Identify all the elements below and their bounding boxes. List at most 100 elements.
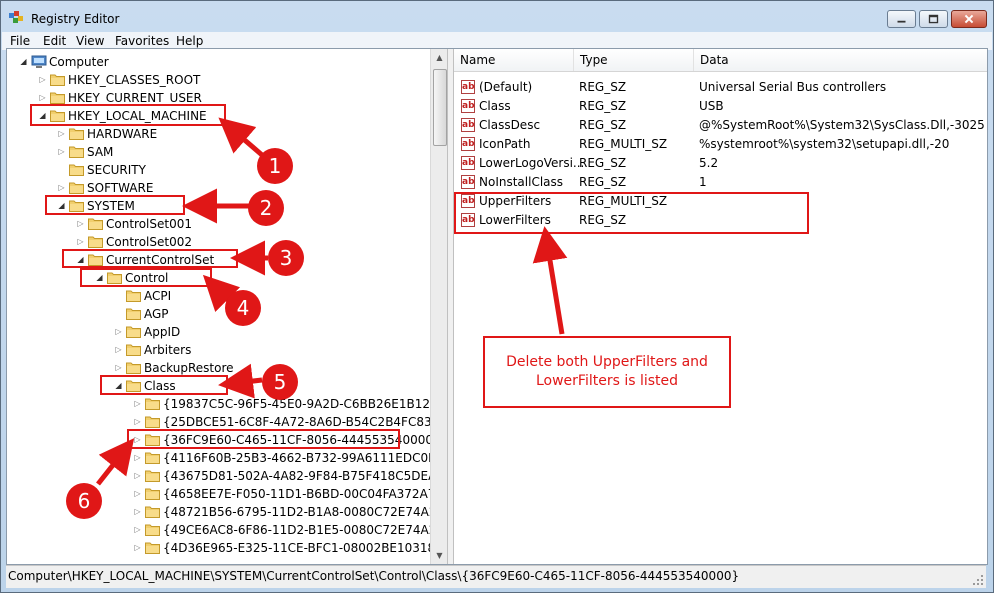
editor-client-area: ◢ Computer ▷ HKEY_CLASSES_ROOT ▷ HKEY_CURRENT…: [6, 48, 988, 565]
tree-node-label: {43675D81-502A-4A82-9F84-B75F418C5DEA}: [163, 469, 444, 483]
value-row[interactable]: ab LowerLogoVersi... REG_SZ 5.2: [454, 154, 987, 173]
value-row[interactable]: ab Class REG_SZ USB: [454, 97, 987, 116]
collapse-arrow-icon[interactable]: ◢: [38, 107, 47, 125]
tree-node-label: HKEY_CLASSES_ROOT: [68, 73, 201, 87]
value-name: (Default): [479, 80, 533, 94]
folder-icon: [145, 487, 160, 500]
registry-editor-icon: [8, 10, 24, 26]
menu-edit[interactable]: Edit: [43, 34, 66, 48]
column-header-type[interactable]: Type: [574, 49, 694, 71]
pane-splitter[interactable]: [447, 49, 454, 564]
tree-vertical-scrollbar[interactable]: ▲ ▼: [430, 49, 448, 564]
computer-icon: [31, 55, 47, 68]
folder-icon: [126, 289, 141, 302]
value-data: @%SystemRoot%\System32\SysClass.Dll,-302…: [699, 118, 985, 132]
maximize-button[interactable]: [919, 10, 948, 28]
scroll-up-icon[interactable]: ▲: [431, 49, 448, 66]
value-data: %systemroot%\system32\setupapi.dll,-20: [699, 137, 950, 151]
value-name: Class: [479, 99, 511, 113]
expand-arrow-icon[interactable]: ▷: [38, 89, 47, 107]
folder-icon: [50, 109, 65, 122]
menu-view[interactable]: View: [76, 34, 104, 48]
value-row[interactable]: ab (Default) REG_SZ Universal Serial Bus co…: [454, 78, 987, 97]
scroll-thumb[interactable]: [433, 69, 447, 146]
expand-arrow-icon[interactable]: ▷: [76, 215, 85, 233]
expand-arrow-icon[interactable]: ▷: [133, 467, 142, 485]
tree-node-label: {19837C5C-96F5-45E0-9A2D-C6BB26E1B12B}: [163, 397, 446, 411]
window-title: Registry Editor: [31, 12, 120, 26]
menu-favorites[interactable]: Favorites: [115, 34, 169, 48]
collapse-arrow-icon[interactable]: ◢: [95, 269, 104, 287]
tree-node-label: HARDWARE: [87, 127, 158, 141]
expand-arrow-icon[interactable]: ▷: [114, 323, 123, 341]
tree-node-label: AppID: [144, 325, 181, 339]
string-value-icon: ab: [461, 194, 475, 208]
value-name: LowerFilters: [479, 213, 551, 227]
close-button[interactable]: [951, 10, 987, 28]
tree-node-label: HKEY_CURRENT_USER: [68, 91, 202, 105]
expand-arrow-icon[interactable]: ▷: [76, 233, 85, 251]
expand-arrow-icon[interactable]: ▷: [133, 431, 142, 449]
folder-icon: [69, 127, 84, 140]
value-type: REG_SZ: [579, 175, 627, 189]
collapse-arrow-icon[interactable]: ◢: [76, 251, 85, 269]
tree-node-label: HKEY_LOCAL_MACHINE: [68, 109, 207, 123]
folder-icon: [69, 145, 84, 158]
folder-icon: [69, 199, 84, 212]
tree-node-label: {4658EE7E-F050-11D1-B6BD-00C04FA372A7}: [163, 487, 444, 501]
value-type: REG_SZ: [579, 80, 627, 94]
value-row[interactable]: ab IconPath REG_MULTI_SZ %systemroot%\syste…: [454, 135, 987, 154]
expand-arrow-icon[interactable]: ▷: [57, 125, 66, 143]
expand-arrow-icon[interactable]: ▷: [133, 485, 142, 503]
minimize-button[interactable]: [887, 10, 916, 28]
folder-icon: [145, 451, 160, 464]
resize-grip-icon[interactable]: [972, 574, 984, 586]
value-name: NoInstallClass: [479, 175, 564, 189]
status-bar: Computer\HKEY_LOCAL_MACHINE\SYSTEM\Curre…: [6, 565, 986, 588]
folder-icon: [88, 217, 103, 230]
tree-node-label: Computer: [49, 55, 109, 69]
string-value-icon: ab: [461, 175, 475, 189]
tree-node-label: {25DBCE51-6C8F-4A72-8A6D-B54C2B4FC835}: [163, 415, 447, 429]
value-type: REG_SZ: [579, 213, 627, 227]
collapse-arrow-icon[interactable]: ◢: [114, 377, 123, 395]
folder-icon: [145, 415, 160, 428]
tree-node-label: AGP: [144, 307, 169, 321]
menu-file[interactable]: File: [10, 34, 30, 48]
folder-icon: [107, 271, 122, 284]
expand-arrow-icon[interactable]: ▷: [133, 503, 142, 521]
scroll-down-icon[interactable]: ▼: [431, 547, 448, 564]
value-type: REG_SZ: [579, 118, 627, 132]
collapse-arrow-icon[interactable]: ◢: [19, 53, 28, 71]
folder-icon: [88, 235, 103, 248]
tree-node-label: SYSTEM: [87, 199, 135, 213]
value-name: ClassDesc: [479, 118, 541, 132]
expand-arrow-icon[interactable]: ▷: [133, 395, 142, 413]
column-header-data[interactable]: Data: [694, 49, 987, 71]
expand-arrow-icon[interactable]: ▷: [133, 539, 142, 557]
expand-arrow-icon[interactable]: ▷: [57, 143, 66, 161]
expand-arrow-icon[interactable]: ▷: [114, 341, 123, 359]
expand-arrow-icon[interactable]: ▷: [133, 449, 142, 467]
menu-help[interactable]: Help: [176, 34, 203, 48]
expand-arrow-icon[interactable]: ▷: [114, 359, 123, 377]
string-value-icon: ab: [461, 99, 475, 113]
value-row[interactable]: ab UpperFilters REG_MULTI_SZ: [454, 192, 987, 211]
value-row[interactable]: ab LowerFilters REG_SZ: [454, 211, 987, 230]
folder-icon: [69, 181, 84, 194]
expand-arrow-icon[interactable]: ▷: [133, 413, 142, 431]
title-bar[interactable]: Registry Editor: [1, 1, 993, 32]
folder-icon: [145, 469, 160, 482]
value-name: UpperFilters: [479, 194, 552, 208]
value-row[interactable]: ab NoInstallClass REG_SZ 1: [454, 173, 987, 192]
collapse-arrow-icon[interactable]: ◢: [57, 197, 66, 215]
column-header-name[interactable]: Name: [454, 49, 574, 71]
expand-arrow-icon[interactable]: ▷: [57, 179, 66, 197]
value-row[interactable]: ab ClassDesc REG_SZ @%SystemRoot%\System32\…: [454, 116, 987, 135]
expand-arrow-icon[interactable]: ▷: [38, 71, 47, 89]
string-value-icon: ab: [461, 213, 475, 227]
string-value-icon: ab: [461, 80, 475, 94]
expand-arrow-icon[interactable]: ▷: [133, 521, 142, 539]
